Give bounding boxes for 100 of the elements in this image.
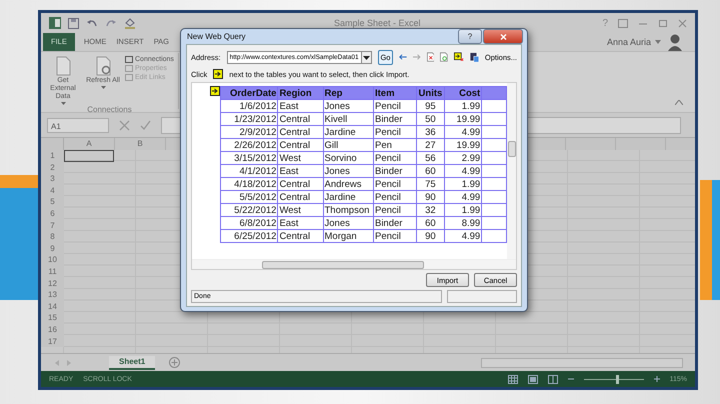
page-break-icon[interactable] — [548, 374, 558, 384]
table-cell: Thompson — [323, 204, 374, 216]
window-title: Sample Sheet - Excel — [334, 18, 421, 28]
close-icon[interactable] — [678, 18, 687, 28]
arrow-box-icon[interactable] — [454, 51, 464, 63]
table-cell: Morgan — [323, 230, 374, 242]
row-header[interactable]: 14 — [41, 300, 64, 312]
table-cell: 19.99 — [444, 112, 482, 126]
horizontal-scrollbar[interactable] — [481, 358, 683, 368]
table-cell: Gill — [323, 138, 374, 152]
table-cell: Central — [278, 112, 323, 126]
table-cell: 2.99 — [444, 152, 482, 164]
zoom-in-icon[interactable] — [654, 376, 660, 382]
column-header: Cost — [444, 86, 482, 100]
table-cell: Central — [278, 126, 323, 138]
group-label: Connections — [87, 105, 132, 114]
table-cell: 2/9/2012 — [220, 126, 278, 138]
status-panel — [447, 290, 517, 303]
table-cell: Pencil — [373, 204, 416, 216]
caret-icon — [60, 102, 66, 105]
row-header[interactable]: 12 — [41, 278, 64, 290]
arrow-box-icon[interactable] — [210, 86, 220, 96]
table-cell: 95 — [416, 100, 445, 112]
page-layout-icon[interactable] — [528, 374, 538, 384]
table-cell: 50 — [416, 112, 445, 126]
table-cell: Jones — [323, 100, 374, 112]
refresh-document-icon — [94, 56, 112, 76]
refresh-page-icon[interactable] — [440, 51, 448, 63]
collapse-ribbon-icon[interactable] — [675, 100, 683, 105]
dialog-title: New Web Query — [187, 32, 246, 41]
help-button[interactable]: ? — [602, 18, 608, 28]
table-cell: 27 — [416, 138, 445, 152]
table-cell: 90 — [416, 190, 445, 204]
forward-arrow-icon[interactable] — [412, 53, 421, 61]
row-header[interactable]: 8 — [41, 231, 64, 243]
table-cell: Jones — [323, 164, 374, 178]
name-box[interactable]: A1 — [47, 118, 109, 132]
close-button[interactable] — [483, 29, 523, 44]
row-header[interactable]: 2 — [41, 162, 64, 174]
sheet-tab[interactable]: Sheet1 — [109, 356, 156, 370]
normal-view-icon[interactable] — [508, 374, 518, 384]
table-cell: 56 — [416, 152, 445, 164]
column-header[interactable]: A — [64, 138, 115, 150]
column-header[interactable]: B — [115, 138, 166, 150]
table-cell: 8.99 — [444, 216, 482, 230]
maximize-icon[interactable] — [658, 18, 668, 28]
table-cell: 1.99 — [444, 204, 482, 216]
vertical-scrollbar[interactable] — [507, 83, 516, 259]
table-cell: Pencil — [373, 178, 416, 190]
caret-icon[interactable] — [655, 40, 661, 44]
undo-icon[interactable] — [86, 18, 98, 28]
row-header[interactable]: 16 — [41, 324, 64, 336]
table-cell: Binder — [373, 164, 416, 178]
stop-page-icon[interactable] — [426, 51, 434, 63]
table-cell: Pencil — [373, 126, 416, 138]
back-arrow-icon[interactable] — [399, 53, 407, 61]
table-cell: Jardine — [323, 190, 374, 204]
row-header[interactable]: 15 — [41, 312, 64, 324]
table-cell: Kivell — [323, 112, 374, 126]
table-cell: Jones — [323, 216, 374, 230]
add-sheet-icon[interactable] — [169, 357, 180, 368]
row-header[interactable]: 9 — [41, 242, 64, 254]
table-cell: 4.99 — [444, 164, 482, 178]
column-header: Units — [416, 86, 445, 100]
table-cell: Pen — [373, 138, 416, 152]
column-header: Rep — [323, 86, 374, 100]
check-icon[interactable] — [140, 120, 151, 130]
table-cell: Central — [278, 178, 323, 190]
row-header[interactable]: 1 — [41, 150, 64, 162]
table-cell: 4/18/2012 — [220, 178, 278, 190]
row-header[interactable]: 6 — [41, 208, 64, 220]
user-name[interactable]: Anna Auria — [606, 37, 651, 47]
table-cell: 32 — [416, 204, 445, 216]
row-header[interactable]: 4 — [41, 184, 64, 196]
table-cell: 1.99 — [444, 178, 482, 190]
column-header: Item — [373, 86, 416, 100]
save-icon[interactable] — [68, 18, 79, 28]
row-header[interactable]: 17 — [41, 336, 64, 348]
table-cell: Central — [278, 230, 323, 242]
row-header[interactable]: 10 — [41, 254, 64, 266]
row-header[interactable]: 3 — [41, 173, 64, 185]
table-cell: 6/25/2012 — [220, 230, 278, 242]
table-cell: Pencil — [373, 100, 416, 112]
help-button[interactable]: ? — [458, 29, 482, 44]
table-cell: East — [278, 164, 323, 178]
zoom-out-icon[interactable] — [568, 376, 574, 382]
row-header[interactable]: 13 — [41, 289, 64, 301]
table-cell: 1.99 — [444, 100, 482, 112]
table-cell: Binder — [373, 216, 416, 230]
table-cell: 1/6/2012 — [220, 100, 278, 112]
active-cell[interactable] — [64, 150, 114, 162]
document-icon — [54, 56, 72, 76]
table-cell: 36 — [416, 126, 445, 138]
redo-icon[interactable] — [105, 18, 117, 28]
row-header[interactable]: 11 — [41, 266, 64, 278]
close-icon — [500, 34, 506, 40]
table-cell: Pencil — [373, 230, 416, 242]
row-header[interactable]: 5 — [41, 196, 64, 208]
caret-icon — [100, 86, 106, 89]
row-header[interactable]: 7 — [41, 220, 64, 232]
